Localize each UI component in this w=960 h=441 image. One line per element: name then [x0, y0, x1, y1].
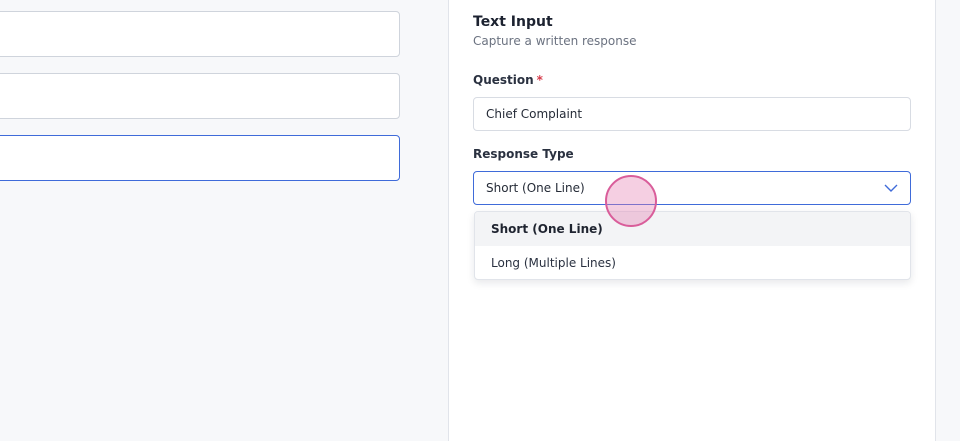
dropdown-option-short[interactable]: Short (One Line) — [475, 212, 910, 246]
form-builder-canvas: Text Input Capture a written response Qu… — [0, 0, 960, 441]
settings-panel: Text Input Capture a written response Qu… — [448, 0, 936, 441]
question-label: Question * — [473, 73, 543, 87]
panel-subtitle: Capture a written response — [473, 34, 637, 48]
question-label-text: Question — [473, 73, 534, 87]
preview-field[interactable] — [0, 11, 400, 57]
preview-field[interactable] — [0, 73, 400, 119]
response-type-label: Response Type — [473, 147, 574, 161]
question-input[interactable]: Chief Complaint — [473, 97, 911, 131]
response-type-select[interactable]: Short (One Line) — [473, 171, 911, 205]
panel-title: Text Input — [473, 14, 553, 30]
response-type-dropdown: Short (One Line) Long (Multiple Lines) — [474, 211, 911, 280]
required-mark: * — [536, 73, 543, 87]
preview-field-selected[interactable] — [0, 135, 400, 181]
response-type-selected-value: Short (One Line) — [486, 181, 585, 195]
chevron-down-icon — [884, 184, 898, 192]
dropdown-option-long[interactable]: Long (Multiple Lines) — [475, 246, 910, 279]
